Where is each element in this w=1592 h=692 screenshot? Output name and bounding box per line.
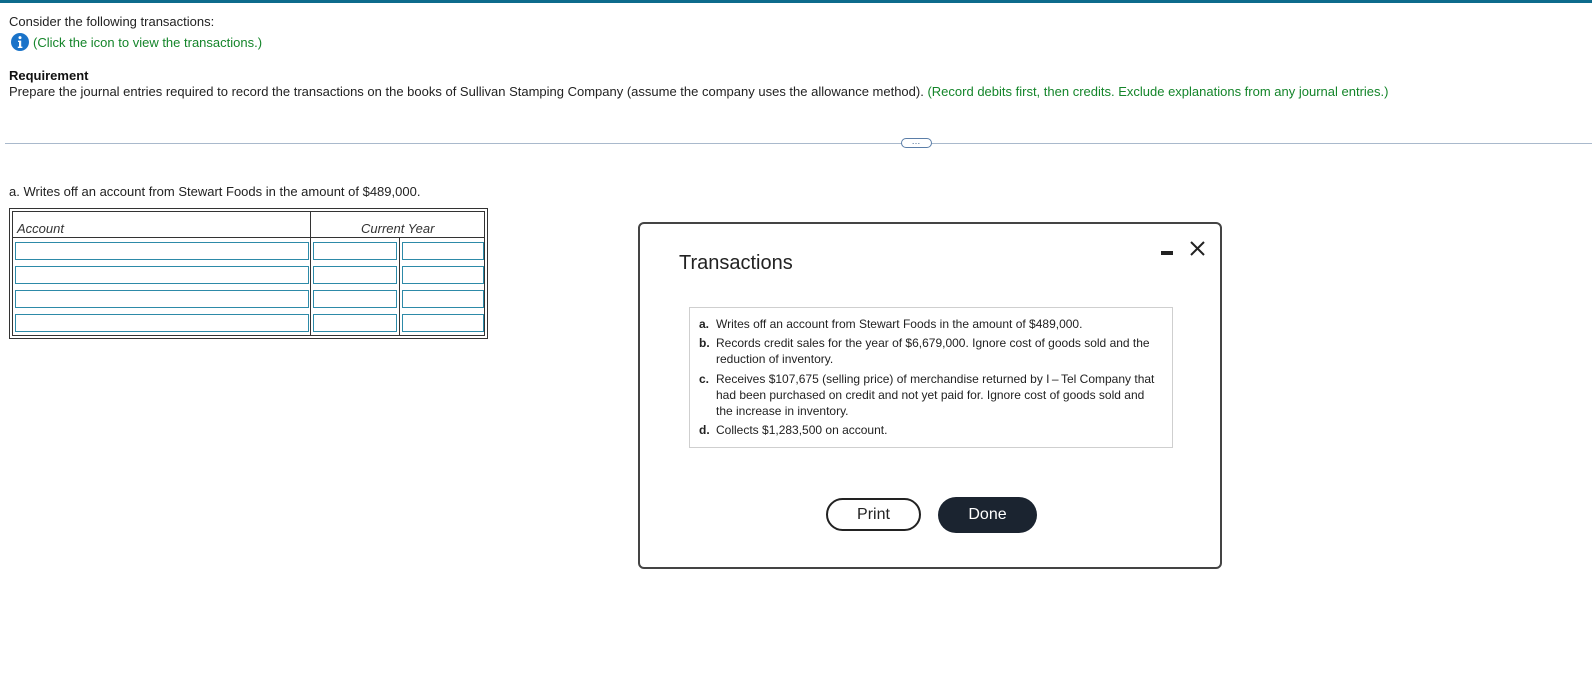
- transaction-text: Receives $107,675 (selling price) of mer…: [716, 372, 1155, 418]
- debit-input[interactable]: [313, 290, 397, 308]
- top-accent-bar: [0, 0, 1592, 3]
- journal-entry-table: Account Current Year: [9, 208, 488, 339]
- dialog-title: Transactions: [679, 252, 793, 274]
- close-icon[interactable]: [1188, 237, 1208, 259]
- debit-input[interactable]: [313, 266, 397, 284]
- journal-table-inner: Account Current Year: [12, 211, 485, 336]
- requirement-text: Prepare the journal entries required to …: [9, 84, 1388, 99]
- minimize-icon[interactable]: [1159, 245, 1175, 257]
- requirement-instructions: (Record debits first, then credits. Excl…: [927, 84, 1389, 99]
- print-button[interactable]: Print: [826, 498, 921, 531]
- account-header: Account: [17, 221, 64, 236]
- part-a-text: Writes off an account from Stewart Foods…: [23, 184, 421, 199]
- account-input[interactable]: [15, 314, 309, 332]
- debit-input[interactable]: [313, 314, 397, 332]
- account-input[interactable]: [15, 290, 309, 308]
- credit-input[interactable]: [402, 242, 484, 260]
- transaction-letter: a.: [699, 317, 710, 331]
- info-icon[interactable]: [11, 33, 29, 51]
- account-input[interactable]: [15, 242, 309, 260]
- part-a-label: a.: [9, 184, 20, 199]
- journal-row: [13, 264, 484, 288]
- done-button[interactable]: Done: [938, 497, 1037, 533]
- transaction-letter: d.: [699, 423, 710, 437]
- transactions-list: a. Writes off an account from Stewart Fo…: [689, 307, 1173, 448]
- transactions-dialog: Transactions a. Writes off an account fr…: [638, 222, 1222, 569]
- section-divider: [5, 143, 1592, 144]
- transaction-text: Writes off an account from Stewart Foods…: [716, 317, 1083, 331]
- transaction-text: Collects $1,283,500 on account.: [716, 423, 888, 437]
- journal-row: [13, 312, 484, 336]
- requirement-title: Requirement: [9, 68, 89, 83]
- intro-text: Consider the following transactions:: [9, 14, 215, 29]
- transaction-text: Records credit sales for the year of $6,…: [716, 336, 1150, 366]
- transaction-letter: b.: [699, 336, 710, 350]
- current-year-header: Current Year: [361, 221, 435, 236]
- expand-more-button[interactable]: …: [901, 137, 932, 148]
- journal-row: [13, 288, 484, 312]
- journal-row: [13, 240, 484, 264]
- info-row[interactable]: (Click the icon to view the transactions…: [11, 33, 262, 51]
- credit-input[interactable]: [402, 266, 484, 284]
- requirement-body: Prepare the journal entries required to …: [9, 84, 924, 99]
- credit-input[interactable]: [402, 314, 484, 332]
- account-input[interactable]: [15, 266, 309, 284]
- credit-input[interactable]: [402, 290, 484, 308]
- header-divider: [13, 237, 484, 238]
- debit-input[interactable]: [313, 242, 397, 260]
- part-a-prompt: a. Writes off an account from Stewart Fo…: [9, 184, 420, 199]
- view-transactions-link[interactable]: (Click the icon to view the transactions…: [33, 35, 262, 50]
- transaction-letter: c.: [699, 372, 710, 386]
